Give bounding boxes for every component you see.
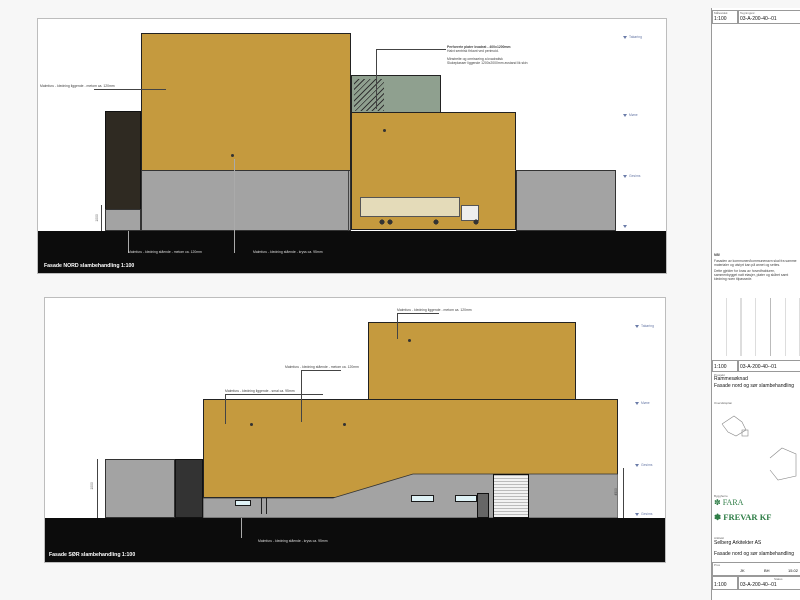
north-leader-perf-v (376, 49, 377, 109)
title-block: Målestokk 1:100 Tegningsnr. 03-A-200-40-… (711, 8, 800, 600)
south-leader-top (397, 313, 439, 314)
tb-logo2: ✽ FREVAR KF (714, 512, 772, 522)
tb-top-scale: 1:100 (714, 16, 727, 22)
north-right-grey (516, 170, 616, 231)
north-label-bottom-mid: Malmfuru - kledning stående - kryss ca. … (253, 250, 323, 254)
north-leader-perf (376, 49, 446, 50)
south-level-1: Takøring (635, 324, 654, 328)
tb-logo2-text: FREVAR KF (723, 512, 772, 522)
tb-logo1-text: FARA (722, 498, 744, 507)
south-leader-mid-v (301, 370, 302, 422)
tb-bottom-scale: 1:100 (714, 582, 727, 588)
tb-bottom-row-1 (712, 562, 800, 576)
south-marker-3 (408, 339, 411, 342)
tb-keyplan (721, 415, 797, 481)
south-level-4: Gesims (635, 512, 653, 516)
south-facade-panel: Fasade SØR slambehandling 1:100 Malmfuru… (44, 297, 666, 563)
tb-notes-title: NB! (714, 253, 721, 257)
north-stair-lines (354, 79, 384, 111)
south-leader-bottom (241, 518, 242, 538)
north-main-base (141, 170, 351, 231)
north-left-grey (105, 209, 141, 231)
south-marker-2 (343, 423, 346, 426)
tb-top-no: 03-A-200-40--01 (740, 16, 777, 22)
tb-title: Fasade nord og sør slambehandling (714, 383, 795, 389)
tb-status-label: Status (774, 577, 783, 581)
north-dim-line-2 (348, 171, 349, 231)
north-facade-panel: Fasade NORD slambehandling 1:100 Malmfur… (37, 18, 667, 274)
south-left-dark (175, 459, 203, 518)
tb-architect: Selberg Arkitekter AS (714, 540, 762, 546)
person-figure (261, 498, 267, 514)
south-window-2 (411, 495, 434, 502)
tb-logo1: ✽ FARA (714, 498, 744, 507)
tb-prox-label: Prox (714, 563, 721, 567)
north-caption: Fasade NORD slambehandling 1:100 (44, 263, 135, 269)
north-main-tower (141, 33, 351, 171)
south-level-3: Gesims (635, 463, 653, 467)
south-dim-left: 1000 (89, 482, 94, 490)
tb-bottom-no: 03-A-200-40--01 (740, 582, 777, 588)
north-level-1: Takøring (623, 35, 642, 39)
north-marker-2 (383, 129, 386, 132)
south-garage-door (493, 474, 529, 518)
drawing-sheet: Fasade NORD slambehandling 1:100 Malmfur… (0, 0, 800, 600)
south-dim-left-line (97, 459, 98, 518)
north-label-left-cladding: Malmfuru - kledning liggende - metom ca.… (40, 84, 115, 88)
south-label-top: Malmfuru - kledning liggende - metom ca.… (397, 308, 472, 312)
south-ground (45, 518, 665, 562)
south-window-3 (455, 495, 477, 502)
tb-note-2: materialer og utstyrt kan på annet og se… (714, 263, 781, 267)
tb-bottom-title: Fasade nord og sør slambehandling (714, 551, 795, 557)
south-dim-right: 4500 (613, 488, 618, 496)
tb-revision-grid (712, 298, 800, 356)
tb-top-no-label: Tegningsnr. (740, 11, 756, 15)
north-marker-1 (231, 154, 234, 157)
tb-mid-scale: 1:100 (714, 364, 727, 370)
south-door (477, 493, 489, 518)
north-perf-line4: Slukeplasser liggende 1200x2000mm avstan… (447, 61, 528, 65)
south-leader-low-v (225, 394, 226, 424)
south-label-mid: Malmfuru - kledning stående - metom ca. … (285, 365, 359, 369)
tb-date: 15.02 (788, 568, 799, 573)
south-window-1 (235, 500, 251, 506)
tb-small2: BH (764, 568, 770, 573)
south-caption: Fasade SØR slambehandling 1:100 (49, 552, 136, 558)
south-top-tower (368, 322, 576, 400)
tb-mid-no: 03-A-200-40--01 (740, 364, 777, 370)
tb-keyplan-label: Oversiktsplan (714, 401, 733, 405)
tb-top-scale-label: Målestokk (714, 11, 728, 15)
north-dim-line (101, 205, 102, 231)
north-leader-bm (234, 159, 235, 253)
truck-wheels (376, 219, 482, 225)
tb-project: Rammesøknad (714, 376, 748, 382)
south-label-bottom: Malmfuru - kledning stående - kryss ca. … (258, 539, 328, 543)
north-leader-left (94, 89, 166, 90)
south-dim-right-line (623, 468, 624, 518)
north-level-4 (623, 224, 629, 228)
south-label-low: Malmfuru - kledning liggende - smal ca. … (225, 389, 295, 393)
north-level-3: Gesims (623, 174, 641, 178)
south-left-grey (105, 459, 175, 518)
south-marker-1 (250, 423, 253, 426)
tb-small1: JK (740, 568, 745, 573)
south-level-2: Møne (635, 401, 650, 405)
north-dim-left: 1000 (94, 214, 99, 222)
north-level-2: Møne (623, 113, 638, 117)
tb-note-5: kledning noen tilpassede. (714, 277, 753, 281)
south-leader-top-v (397, 313, 398, 339)
north-perf-line2: Halvt sentrisk firkant ved perimoid. (447, 49, 499, 53)
south-leader-low (225, 394, 323, 395)
truck-trailer (360, 197, 460, 217)
south-leader-mid (301, 370, 341, 371)
north-label-bottom-left: Malmfuru - kledning stående - metom ca. … (128, 250, 202, 254)
